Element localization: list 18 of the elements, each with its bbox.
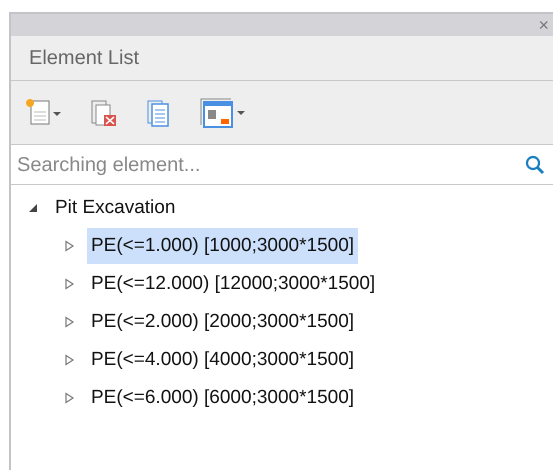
expanded-triangle-icon[interactable]: [27, 202, 39, 214]
collapsed-triangle-icon[interactable]: [63, 354, 75, 366]
tree-item[interactable]: PE(<=12.000) [12000;3000*1500]: [87, 266, 380, 302]
tree-item[interactable]: Pit Excavation: [51, 190, 180, 226]
delete-document-button[interactable]: [89, 98, 119, 128]
panel-title: Element List: [29, 46, 140, 71]
collapsed-triangle-icon[interactable]: [63, 240, 75, 252]
layout-dropdown-button[interactable]: [199, 96, 247, 128]
new-document-dropdown-button[interactable]: [25, 98, 63, 128]
tree-item[interactable]: PE(<=6.000) [6000;3000*1500]: [87, 380, 358, 416]
collapsed-triangle-icon[interactable]: [63, 278, 75, 290]
tree-item[interactable]: PE(<=1.000) [1000;3000*1500]: [87, 228, 358, 264]
collapsed-triangle-icon[interactable]: [63, 392, 75, 404]
tree-item[interactable]: PE(<=4.000) [4000;3000*1500]: [87, 342, 358, 378]
tree-item[interactable]: PE(<=2.000) [2000;3000*1500]: [87, 304, 358, 340]
search-field[interactable]: Searching element...: [17, 150, 525, 180]
collapsed-triangle-icon[interactable]: [63, 316, 75, 328]
search-icon[interactable]: [525, 154, 545, 174]
